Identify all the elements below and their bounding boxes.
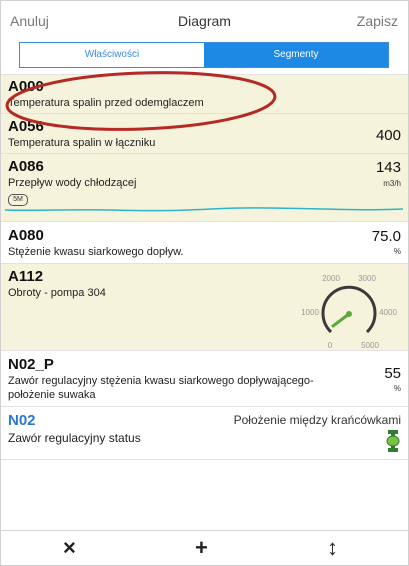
gauge-label: 0	[328, 341, 333, 350]
list-item[interactable]: N02_P Zawór regulacyjny stężenia kwasu s…	[1, 350, 408, 406]
item-description: Temperatura spalin w łączniku	[8, 137, 156, 149]
annotation-ellipse	[5, 71, 277, 131]
diagram-editor: Anuluj Diagram Zapisz Właściwości Segmen…	[0, 0, 409, 566]
list-item[interactable]: A080 Stężenie kwasu siarkowego dopływ. 7…	[1, 221, 408, 263]
gauge-label: 2000	[322, 274, 340, 283]
list-item[interactable]: A086 Przepływ wody chłodzącej 143 m3/h 5…	[1, 153, 408, 221]
valve-icon	[386, 430, 400, 452]
page-title: Diagram	[178, 13, 231, 29]
tab-properties[interactable]: Właściwości	[20, 43, 204, 67]
item-value: 400	[375, 127, 401, 144]
add-icon[interactable]: +	[195, 535, 208, 561]
item-code: N02	[8, 412, 36, 429]
top-bar: Anuluj Diagram Zapisz	[1, 1, 408, 41]
item-description: Zawór regulacyjny status	[8, 431, 141, 445]
item-description: Przepływ wody chłodzącej	[8, 177, 137, 189]
status-text: Położenie między krańcówkami	[233, 413, 401, 427]
sort-icon[interactable]: ↕	[327, 535, 338, 561]
item-unit: m3/h	[383, 179, 401, 188]
gauge-label: 1000	[301, 308, 319, 317]
gauge-label: 4000	[379, 308, 397, 317]
item-description: Obroty - pompa 304	[8, 287, 106, 299]
list-item[interactable]: A112 Obroty - pompa 304 2000 3000 1000 4…	[1, 263, 408, 350]
item-value: 75.0	[371, 228, 401, 245]
item-code: A112	[8, 268, 44, 285]
item-description: Zawór regulacyjny stężenia kwasu siarkow…	[8, 375, 314, 387]
close-icon[interactable]: ×	[63, 535, 76, 561]
item-code: A080	[8, 227, 44, 244]
item-unit: %	[393, 384, 401, 393]
item-code: N02_P	[8, 356, 54, 373]
rpm-gauge: 2000 3000 1000 4000 0 5000	[301, 274, 397, 350]
list-item[interactable]: N02 Zawór regulacyjny status Położenie m…	[1, 406, 408, 460]
trend-sparkline	[4, 207, 404, 212]
gauge-label: 3000	[358, 274, 376, 283]
item-code: A086	[8, 158, 44, 175]
tab-segments[interactable]: Segmenty	[204, 43, 388, 67]
bottom-toolbar: × + ↕	[1, 530, 408, 565]
item-description-line2: położenie suwaka	[8, 389, 96, 401]
save-button[interactable]: Zapisz	[357, 13, 398, 29]
item-description: Stężenie kwasu siarkowego dopływ.	[8, 246, 184, 258]
item-unit: %	[393, 247, 401, 256]
gauge-label: 5000	[361, 341, 379, 350]
item-value: 143	[375, 159, 401, 176]
segmented-control: Właściwości Segmenty	[19, 42, 389, 68]
item-value: 55	[384, 365, 401, 382]
